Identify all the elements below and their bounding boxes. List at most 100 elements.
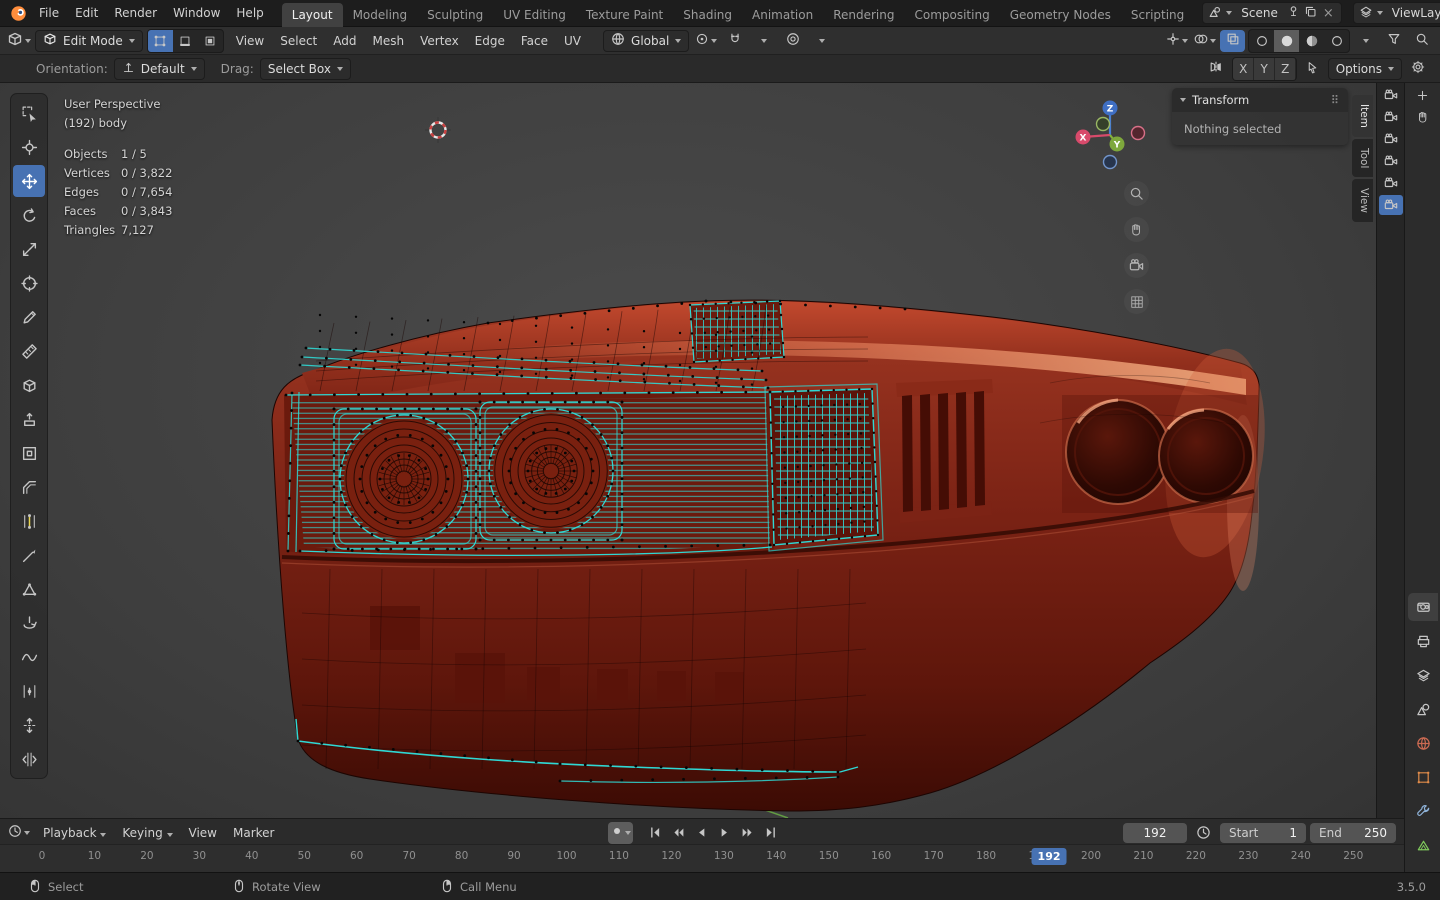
topbar-menu-file[interactable]: File bbox=[31, 2, 67, 24]
properties-tab-world-icon[interactable] bbox=[1408, 729, 1438, 757]
properties-search-icon[interactable] bbox=[1409, 30, 1434, 52]
transform-panel-header[interactable]: Transform ⠿ bbox=[1172, 88, 1348, 112]
properties-tab-data-icon[interactable] bbox=[1408, 831, 1438, 859]
tool-spin[interactable] bbox=[13, 607, 45, 639]
workspace-tab-sculpting[interactable]: Sculpting bbox=[417, 3, 493, 27]
workspace-tab-geometry-nodes[interactable]: Geometry Nodes bbox=[1000, 3, 1121, 27]
tool-inset-faces[interactable] bbox=[13, 437, 45, 469]
camera-view-icon[interactable] bbox=[1124, 253, 1149, 278]
jump-start-button[interactable] bbox=[645, 822, 666, 844]
frame-start-field[interactable]: Start 1 bbox=[1220, 822, 1306, 843]
camera-visibility-toggle-icon[interactable] bbox=[1379, 129, 1403, 149]
viewport-menu-vertex[interactable]: Vertex bbox=[412, 30, 467, 52]
tool-select-box[interactable] bbox=[13, 97, 45, 129]
prev-keyframe-button[interactable] bbox=[668, 822, 689, 844]
sidebar-tab-tool[interactable]: Tool bbox=[1352, 138, 1373, 178]
workspace-tab-modeling[interactable]: Modeling bbox=[343, 3, 418, 27]
hand-tool-icon[interactable] bbox=[1411, 107, 1435, 127]
tool-smooth[interactable] bbox=[13, 641, 45, 673]
viewport-menu-view[interactable]: View bbox=[228, 30, 272, 52]
mode-selector[interactable]: Edit Mode bbox=[35, 29, 143, 52]
workspace-tab-shading[interactable]: Shading bbox=[673, 3, 742, 27]
viewport-menu-select[interactable]: Select bbox=[272, 30, 325, 52]
workspace-tab-texture-paint[interactable]: Texture Paint bbox=[576, 3, 673, 27]
pan-hand-icon[interactable] bbox=[1124, 217, 1149, 242]
pivot-point-button[interactable] bbox=[693, 30, 718, 52]
outliner-filter-icon[interactable] bbox=[1381, 30, 1406, 52]
tool-add-cube[interactable] bbox=[13, 369, 45, 401]
xray-toggle-button[interactable] bbox=[1220, 29, 1245, 52]
orthographic-grid-icon[interactable] bbox=[1124, 289, 1149, 314]
tweak-icon[interactable] bbox=[1300, 58, 1325, 80]
proportional-falloff-button[interactable] bbox=[809, 30, 834, 52]
zoom-icon[interactable] bbox=[1124, 181, 1149, 206]
mirror-axis-y-toggle[interactable]: Y bbox=[1254, 57, 1275, 80]
options-dropdown[interactable]: Options bbox=[1327, 57, 1402, 80]
tool-move[interactable] bbox=[13, 165, 45, 197]
viewport-menu-add[interactable]: Add bbox=[325, 30, 364, 52]
shading-rendered-button[interactable] bbox=[1324, 30, 1349, 52]
play-reverse-button[interactable] bbox=[691, 822, 712, 844]
snap-magnet-button[interactable] bbox=[722, 30, 747, 52]
mirror-axis-x-toggle[interactable]: X bbox=[1233, 57, 1254, 80]
vertex-select-mode-button[interactable] bbox=[147, 29, 173, 52]
pin-icon[interactable] bbox=[1287, 5, 1300, 21]
tool-cursor[interactable] bbox=[13, 131, 45, 163]
timeline-menu-keying[interactable]: Keying bbox=[114, 822, 180, 844]
next-keyframe-button[interactable] bbox=[737, 822, 758, 844]
viewlayer-selector[interactable]: ViewLayer × bbox=[1352, 2, 1440, 24]
edge-select-mode-button[interactable] bbox=[173, 30, 198, 52]
properties-tab-object-icon[interactable] bbox=[1408, 763, 1438, 791]
topbar-menu-edit[interactable]: Edit bbox=[67, 2, 106, 24]
topbar-menu-help[interactable]: Help bbox=[228, 2, 271, 24]
tool-measure[interactable] bbox=[13, 335, 45, 367]
show-overlays-button[interactable] bbox=[1192, 30, 1217, 52]
tool-poly-build[interactable] bbox=[13, 573, 45, 605]
tool-knife[interactable] bbox=[13, 539, 45, 571]
close-icon[interactable]: × bbox=[1321, 7, 1336, 20]
copy-icon[interactable] bbox=[1304, 5, 1317, 21]
tool-edge-slide[interactable] bbox=[13, 675, 45, 707]
workspace-tab-layout[interactable]: Layout bbox=[281, 2, 343, 27]
viewport-3d[interactable]: User Perspective (192) body Objects 1 / 5… bbox=[0, 83, 1376, 818]
blender-logo-icon[interactable] bbox=[6, 2, 31, 24]
playback-clock-icon[interactable] bbox=[1191, 822, 1216, 844]
mirror-axis-z-toggle[interactable]: Z bbox=[1275, 57, 1296, 80]
tool-rip-region[interactable] bbox=[13, 743, 45, 775]
current-frame-field[interactable]: 192 bbox=[1123, 822, 1187, 843]
shading-material-button[interactable] bbox=[1299, 30, 1324, 52]
scene-selector[interactable]: Scene × bbox=[1202, 2, 1342, 24]
tool-bevel[interactable] bbox=[13, 471, 45, 503]
timeline-menu-marker[interactable]: Marker bbox=[225, 822, 282, 844]
tool-loop-cut[interactable] bbox=[13, 505, 45, 537]
camera-visibility-toggle-icon[interactable] bbox=[1379, 85, 1403, 105]
car-mesh-canvas[interactable] bbox=[0, 83, 1376, 818]
viewport-menu-uv[interactable]: UV bbox=[556, 30, 589, 52]
timeline-menu-view[interactable]: View bbox=[181, 822, 225, 844]
workspace-tab-uv-editing[interactable]: UV Editing bbox=[493, 3, 576, 27]
drag-mode-dropdown[interactable]: Select Box bbox=[259, 57, 351, 80]
face-select-mode-button[interactable] bbox=[198, 30, 223, 52]
shading-solid-button[interactable] bbox=[1274, 29, 1299, 52]
gear-icon[interactable] bbox=[1405, 58, 1430, 80]
transform-orientation-dropdown[interactable]: Global bbox=[603, 29, 690, 52]
timeline-menu-playback[interactable]: Playback bbox=[35, 822, 114, 844]
shading-options-button[interactable] bbox=[1353, 30, 1378, 52]
properties-tab-render-icon[interactable] bbox=[1408, 593, 1438, 621]
viewport-menu-edge[interactable]: Edge bbox=[467, 30, 513, 52]
topbar-menu-render[interactable]: Render bbox=[106, 2, 165, 24]
shading-wireframe-button[interactable] bbox=[1249, 30, 1274, 52]
editor-type-button[interactable] bbox=[6, 30, 31, 52]
playhead-frame-badge[interactable]: 192 bbox=[1031, 848, 1067, 865]
timeline-ruler[interactable]: 192 0 10 20 30 40 50 60 70 80 90 100 110 120 130 140 15… bbox=[0, 845, 1404, 872]
properties-tab-output-icon[interactable] bbox=[1408, 627, 1438, 655]
sidebar-tab-view[interactable]: View bbox=[1352, 179, 1373, 223]
workspace-tab-animation[interactable]: Animation bbox=[742, 3, 823, 27]
properties-tab-modifiers-icon[interactable] bbox=[1408, 797, 1438, 825]
camera-visibility-toggle-icon[interactable] bbox=[1378, 195, 1403, 215]
tool-scale[interactable] bbox=[13, 233, 45, 265]
viewport-menu-face[interactable]: Face bbox=[513, 30, 556, 52]
camera-visibility-toggle-icon[interactable] bbox=[1379, 107, 1403, 127]
tool-shrink-fatten[interactable] bbox=[13, 709, 45, 741]
properties-tab-scene-icon[interactable] bbox=[1408, 695, 1438, 723]
